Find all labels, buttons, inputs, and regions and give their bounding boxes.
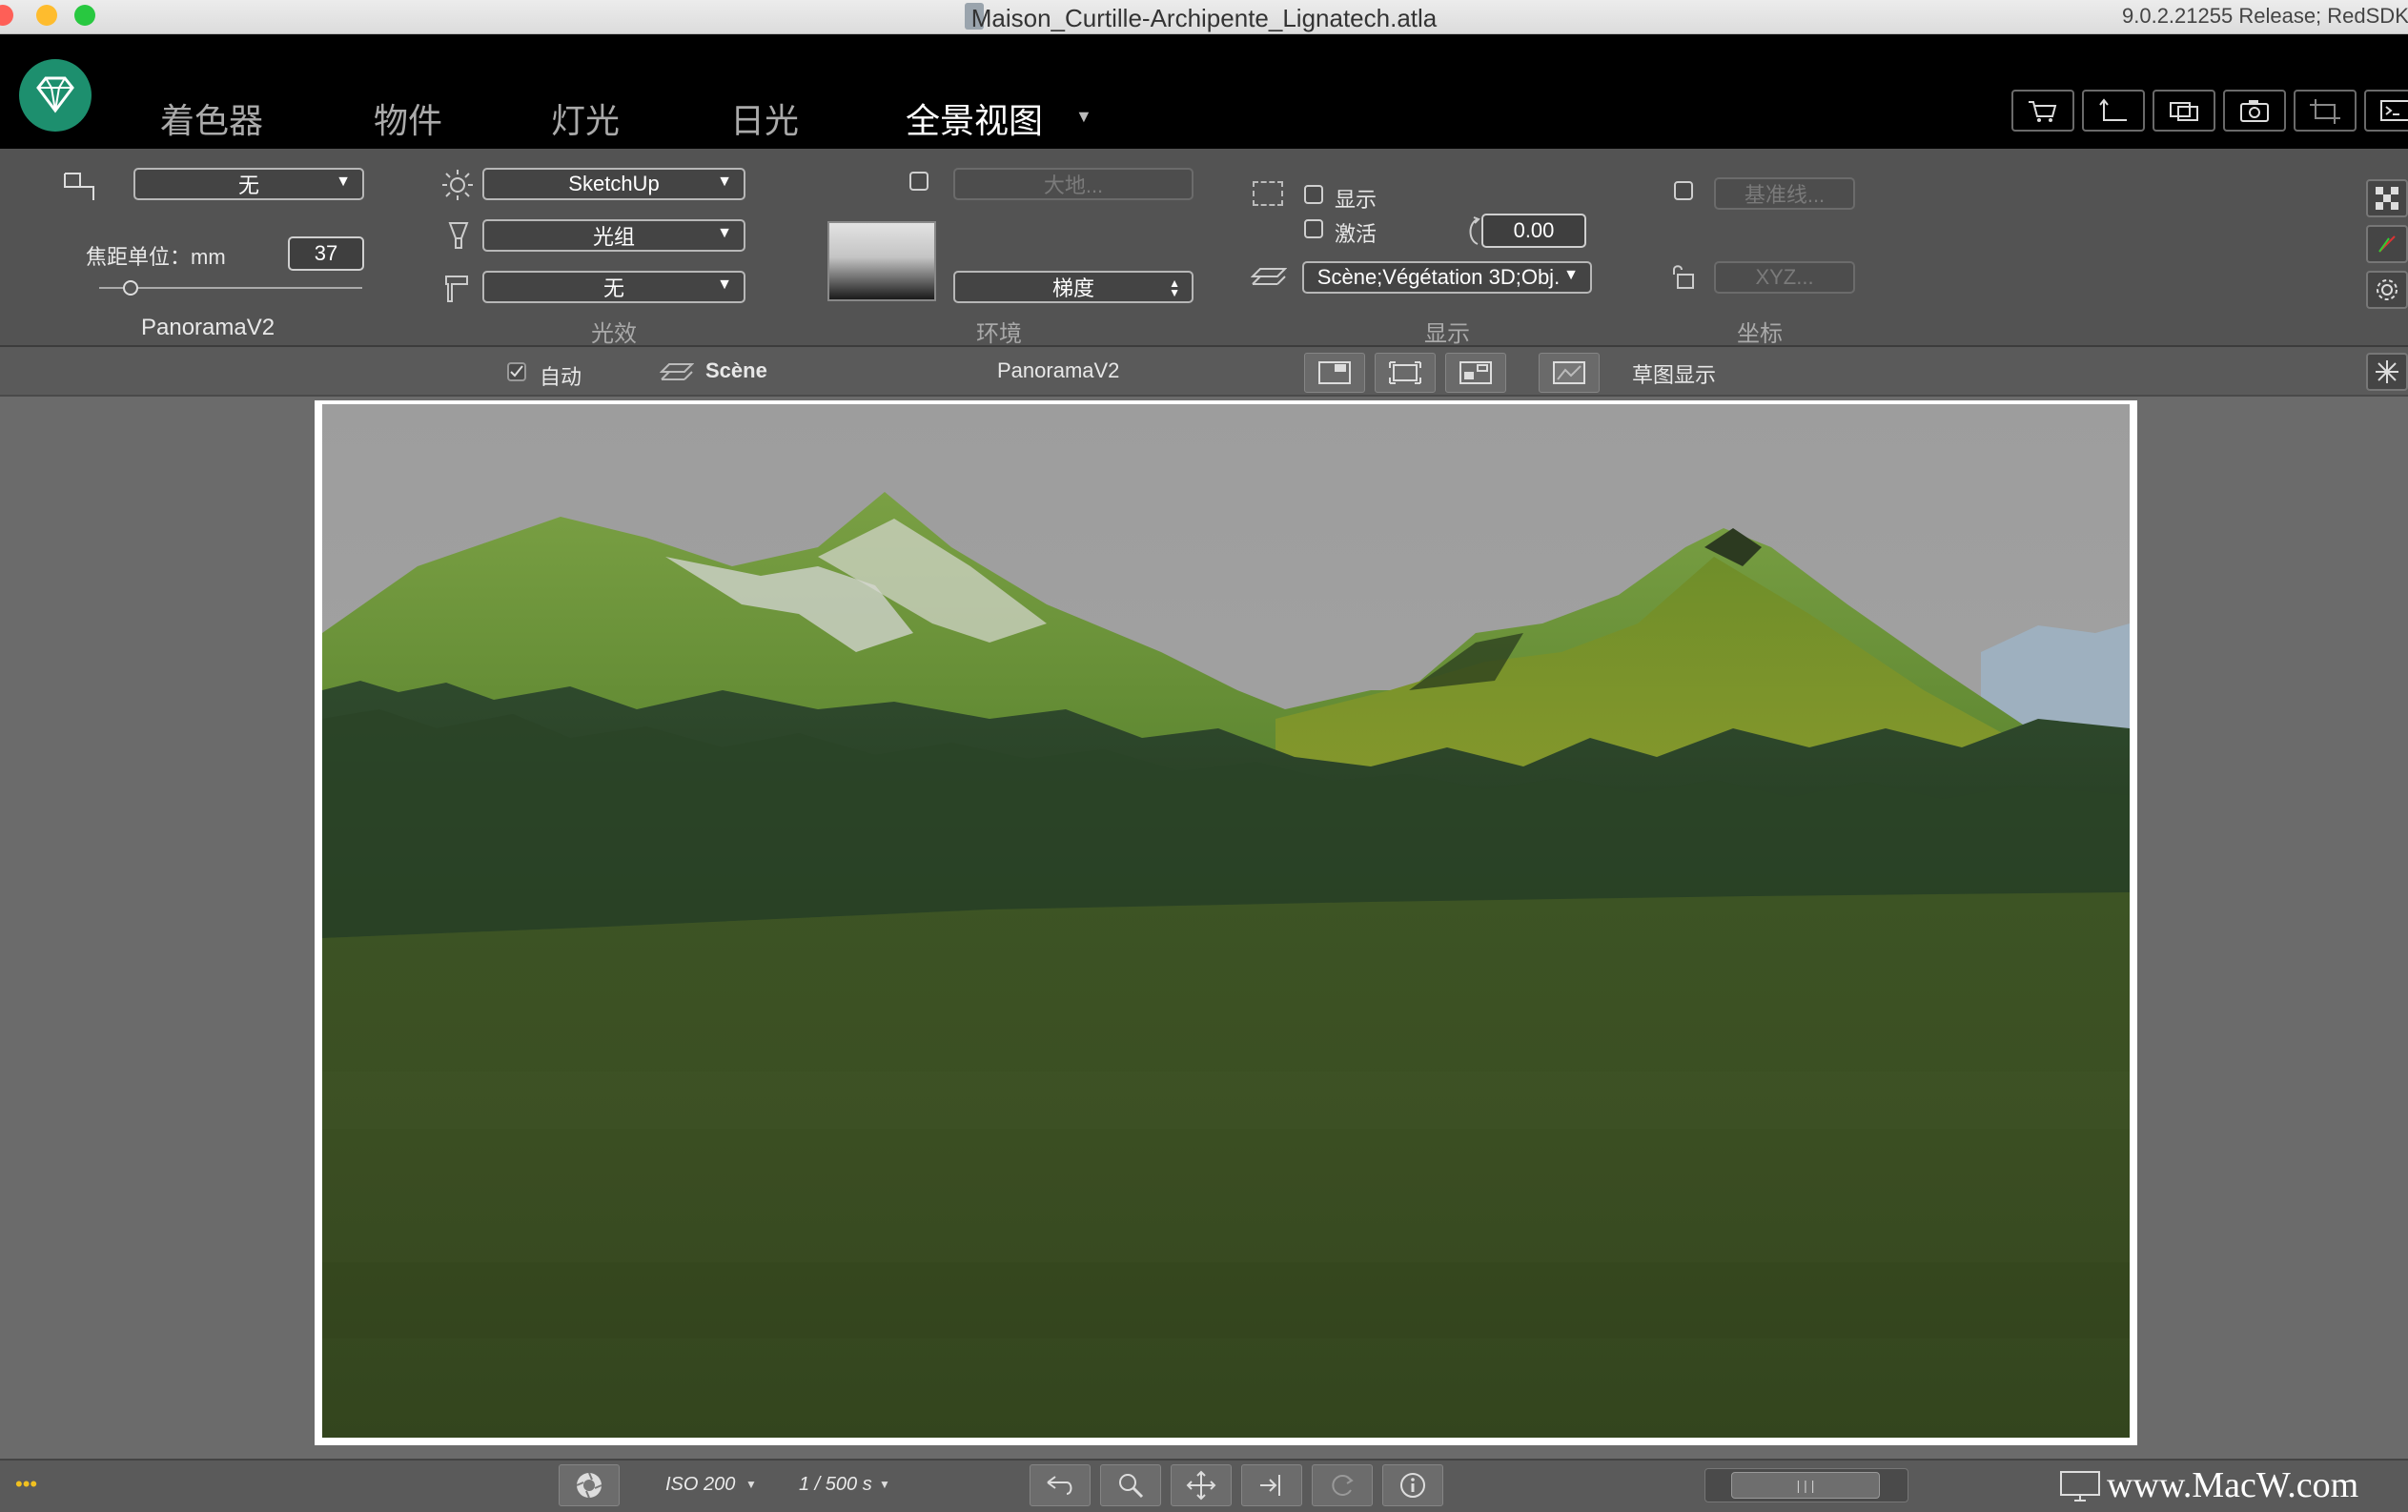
ground-checkbox[interactable] xyxy=(909,172,929,191)
light-group-value: 光组 xyxy=(592,225,635,249)
focal-length-label: 焦距单位：mm xyxy=(86,245,226,269)
rotate-icon xyxy=(1464,215,1483,253)
landscape-render-image xyxy=(322,404,2130,1438)
app-logo-icon[interactable] xyxy=(19,59,92,132)
sun-source-dropdown[interactable]: SketchUp ▼ xyxy=(482,168,745,200)
chevron-down-icon: ▼ xyxy=(717,276,732,293)
layers-value: Scène;Végétation 3D;Obj. xyxy=(1316,265,1561,289)
shutter-value[interactable]: 1 / 500 s xyxy=(799,1474,872,1496)
camera-mode-value: 无 xyxy=(237,174,259,197)
show-checkbox[interactable] xyxy=(1304,185,1323,204)
focal-length-slider-handle[interactable] xyxy=(123,280,139,296)
selection-icon xyxy=(1253,181,1283,206)
view-corner-icon[interactable] xyxy=(1304,353,1365,393)
console-icon[interactable] xyxy=(2364,90,2408,132)
auto-checkbox[interactable] xyxy=(507,362,526,381)
zoom-icon[interactable] xyxy=(1100,1464,1161,1506)
sun-icon xyxy=(440,168,475,207)
aperture-icon[interactable] xyxy=(559,1464,620,1506)
rotation-input[interactable]: 0.00 xyxy=(1481,214,1586,248)
chevron-down-icon[interactable]: ▼ xyxy=(745,1478,757,1491)
crop-icon[interactable] xyxy=(2294,90,2357,132)
version-label: 9.0.2.21255 Release; RedSDK xyxy=(2122,4,2408,28)
tab-lights[interactable]: 灯光 xyxy=(551,93,620,143)
watermark-text: www.MacW.com xyxy=(2107,1465,2359,1505)
checker-icon[interactable] xyxy=(2366,179,2408,217)
camera-mode-dropdown[interactable]: 无 ▼ xyxy=(133,168,364,200)
chevron-down-icon: ▼ xyxy=(336,174,351,190)
screens-icon[interactable] xyxy=(2153,90,2215,132)
sparkle-icon[interactable] xyxy=(2366,353,2408,391)
sketch-display-icon[interactable] xyxy=(1539,353,1600,393)
light-effect-value: 无 xyxy=(602,276,624,300)
gear-icon[interactable] xyxy=(2366,271,2408,309)
cart-icon[interactable] xyxy=(2011,90,2074,132)
orbit-icon[interactable] xyxy=(1312,1464,1373,1506)
environment-section-label: 环境 xyxy=(976,321,1022,347)
layers-dropdown[interactable]: Scène;Végétation 3D;Obj. ▼ xyxy=(1302,261,1592,294)
sun-source-value: SketchUp xyxy=(568,172,660,195)
pan-icon[interactable] xyxy=(1171,1464,1232,1506)
background-mode-select[interactable]: 梯度 ▲ ▼ xyxy=(953,271,1194,303)
lock-icon[interactable] xyxy=(1670,263,1697,296)
scene-label[interactable]: Scène xyxy=(705,358,767,383)
stepper-icon: ▲ ▼ xyxy=(1169,276,1180,299)
export-icon[interactable] xyxy=(2082,90,2145,132)
spray-icon xyxy=(440,271,475,310)
scroll-handle[interactable]: | | | xyxy=(1731,1472,1880,1499)
monitor-icon[interactable] xyxy=(2059,1470,2101,1507)
view-name: PanoramaV2 xyxy=(997,358,1120,382)
tab-objects[interactable]: 物件 xyxy=(374,93,442,143)
xyz-button[interactable]: XYZ... xyxy=(1714,261,1855,294)
display-section-label: 显示 xyxy=(1424,321,1470,347)
baseline-checkbox[interactable] xyxy=(1674,181,1693,200)
camera-icon[interactable] xyxy=(2223,90,2286,132)
sketch-display-label: 草图显示 xyxy=(1632,363,1717,387)
focal-length-input[interactable]: 37 xyxy=(288,236,364,271)
activate-label: 激活 xyxy=(1335,222,1377,246)
fit-view-icon[interactable] xyxy=(1375,353,1436,393)
lamp-icon xyxy=(444,219,473,258)
light-effect-dropdown[interactable]: 无 ▼ xyxy=(482,271,745,303)
activate-checkbox[interactable] xyxy=(1304,219,1323,238)
camera-type-icon[interactable] xyxy=(61,168,99,211)
iso-value[interactable]: ISO 200 xyxy=(665,1474,735,1496)
light-group-dropdown[interactable]: 光组 ▼ xyxy=(482,219,745,252)
tab-shaders[interactable]: 着色器 xyxy=(160,93,263,143)
chevron-down-icon: ▼ xyxy=(717,174,732,190)
coords-section-label: 坐标 xyxy=(1737,321,1783,347)
info-icon[interactable] xyxy=(1382,1464,1443,1506)
baseline-button[interactable]: 基准线... xyxy=(1714,177,1855,210)
view-toolbar xyxy=(0,347,2408,397)
chevron-down-icon: ▼ xyxy=(717,225,732,241)
lighting-section-label: 光效 xyxy=(591,321,637,347)
chevron-down-icon[interactable]: ▼ xyxy=(879,1478,890,1491)
more-options-button[interactable]: ••• xyxy=(15,1472,37,1497)
layers-icon xyxy=(1250,265,1288,296)
scene-layer-icon xyxy=(659,362,695,388)
chevron-down-icon: ▼ xyxy=(1563,267,1579,283)
region-view-icon[interactable] xyxy=(1445,353,1506,393)
panorama-render[interactable] xyxy=(322,404,2130,1438)
camera-name: PanoramaV2 xyxy=(141,315,275,340)
tab-sunlight[interactable]: 日光 xyxy=(730,93,799,143)
show-label: 显示 xyxy=(1335,188,1377,212)
auto-label: 自动 xyxy=(540,365,582,389)
focal-length-slider-track[interactable] xyxy=(99,287,362,289)
background-mode-value: 梯度 xyxy=(1051,276,1094,300)
chevron-down-icon[interactable]: ▼ xyxy=(1075,107,1092,127)
tab-panorama-view[interactable]: 全景视图 xyxy=(906,93,1043,143)
walk-icon[interactable] xyxy=(1241,1464,1302,1506)
axes-icon[interactable] xyxy=(2366,225,2408,263)
undo-icon[interactable] xyxy=(1030,1464,1091,1506)
ground-button[interactable]: 大地... xyxy=(953,168,1194,200)
window-title: Maison_Curtille-Archipente_Lignatech.atl… xyxy=(970,4,1438,32)
background-gradient-swatch[interactable] xyxy=(827,221,936,301)
